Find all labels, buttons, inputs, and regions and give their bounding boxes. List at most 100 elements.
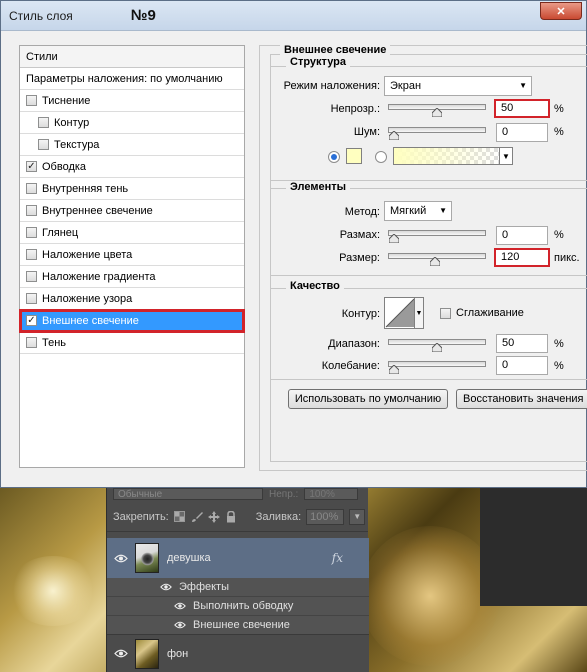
- style-checkbox[interactable]: [26, 183, 37, 194]
- reset-default-button[interactable]: Восстановить значения по умолчанию: [456, 389, 587, 409]
- range-label: Диапазон:: [328, 338, 380, 350]
- style-item[interactable]: Текстура: [20, 134, 244, 156]
- solid-color-radio[interactable]: [328, 151, 340, 163]
- chevron-down-icon[interactable]: ▼: [414, 297, 424, 329]
- style-item[interactable]: Глянец: [20, 222, 244, 244]
- noise-slider[interactable]: [388, 127, 486, 140]
- effect-row-stroke[interactable]: Выполнить обводку: [107, 597, 369, 616]
- noise-label: Шум:: [353, 126, 380, 138]
- opacity-slider[interactable]: [388, 104, 486, 117]
- lock-brush-icon[interactable]: [191, 511, 203, 523]
- style-item[interactable]: ✓ Внешнее свечение: [19, 309, 245, 333]
- lock-transparency-icon[interactable]: [174, 511, 186, 523]
- glow-color-swatch[interactable]: [346, 148, 362, 164]
- style-item-label: Текстура: [54, 138, 100, 151]
- style-checkbox[interactable]: [38, 117, 49, 128]
- eye-icon[interactable]: [173, 602, 187, 610]
- slider-knob[interactable]: [389, 234, 399, 243]
- antialias-checkbox[interactable]: [440, 308, 451, 319]
- blend-mode-select[interactable]: Экран ▼: [384, 76, 532, 96]
- technique-select[interactable]: Мягкий ▼: [384, 201, 452, 221]
- slider-knob[interactable]: [432, 108, 442, 117]
- slider-knob[interactable]: [432, 343, 442, 352]
- close-icon[interactable]: ✕: [540, 2, 582, 20]
- fill-label: Заливка:: [255, 510, 302, 523]
- contour-curve-icon: [385, 298, 415, 328]
- noise-field[interactable]: 0: [496, 123, 548, 142]
- contour-picker[interactable]: ▼: [384, 297, 424, 329]
- lock-all-icon[interactable]: [225, 510, 237, 523]
- layer-name[interactable]: девушка: [167, 552, 211, 564]
- style-item[interactable]: Тень: [20, 332, 244, 354]
- style-item-label: Наложение цвета: [42, 248, 133, 261]
- layers-blend-row: Обычные Непр.: 100%: [107, 486, 368, 502]
- styles-list: Стили Параметры наложения: по умолчанию …: [19, 45, 245, 468]
- size-slider[interactable]: [388, 253, 486, 266]
- chevron-down-icon: ▼: [439, 206, 447, 215]
- layer-thumbnail: [135, 543, 159, 573]
- style-checkbox[interactable]: ✓: [26, 315, 37, 326]
- size-label: Размер:: [339, 252, 380, 264]
- style-item[interactable]: Тиснение: [20, 90, 244, 112]
- lock-move-icon[interactable]: [207, 510, 220, 523]
- layer-row-girl[interactable]: девушка fx: [107, 538, 369, 578]
- effects-label: Эффекты: [179, 581, 230, 593]
- styles-header[interactable]: Стили: [20, 46, 244, 68]
- layer-row-background[interactable]: фон: [107, 634, 369, 672]
- jitter-field[interactable]: 0: [496, 356, 548, 375]
- layer-opacity-field[interactable]: 100%: [304, 488, 359, 500]
- style-item[interactable]: Внутренняя тень: [20, 178, 244, 200]
- jitter-slider[interactable]: [388, 361, 486, 374]
- gradient-picker[interactable]: ▼: [393, 147, 513, 165]
- range-field[interactable]: 50: [496, 334, 548, 353]
- layer-blend-mode-select[interactable]: Обычные: [113, 488, 263, 500]
- layer-thumbnail: [135, 638, 159, 669]
- effects-row[interactable]: Эффекты: [107, 578, 369, 597]
- fx-icon[interactable]: fx: [332, 551, 343, 565]
- spread-field[interactable]: 0: [496, 226, 548, 245]
- eye-icon[interactable]: [107, 554, 135, 563]
- spread-label: Размах:: [339, 229, 380, 241]
- style-checkbox[interactable]: [26, 271, 37, 282]
- percent-unit: %: [554, 360, 564, 372]
- style-item[interactable]: Контур: [20, 112, 244, 134]
- effect-row-outer-glow[interactable]: Внешнее свечение: [107, 616, 369, 635]
- style-item[interactable]: Внутреннее свечение: [20, 200, 244, 222]
- style-item[interactable]: ✓ Обводка: [20, 156, 244, 178]
- opacity-field[interactable]: 50: [494, 99, 550, 118]
- style-checkbox[interactable]: ✓: [26, 161, 37, 172]
- layer-name[interactable]: фон: [167, 648, 188, 660]
- style-checkbox[interactable]: [26, 293, 37, 304]
- slider-knob[interactable]: [389, 131, 399, 140]
- technique-value: Мягкий: [390, 205, 427, 217]
- style-checkbox[interactable]: [26, 337, 37, 348]
- chevron-down-icon[interactable]: ▼: [499, 147, 513, 165]
- spread-slider[interactable]: [388, 230, 486, 243]
- layers-panel: Обычные Непр.: 100% Закрепить: Заливка: …: [106, 486, 369, 672]
- style-item[interactable]: Наложение градиента: [20, 266, 244, 288]
- range-slider[interactable]: [388, 339, 486, 352]
- eye-icon[interactable]: [107, 649, 135, 658]
- style-item-label: Контур: [54, 116, 90, 129]
- eye-icon[interactable]: [173, 621, 187, 629]
- style-item-label: Глянец: [42, 226, 79, 239]
- slider-knob[interactable]: [389, 365, 399, 374]
- make-default-button[interactable]: Использовать по умолчанию: [288, 389, 448, 409]
- style-checkbox[interactable]: [26, 249, 37, 260]
- percent-unit: %: [554, 103, 564, 115]
- eye-icon[interactable]: [159, 583, 173, 591]
- gradient-radio[interactable]: [375, 151, 387, 163]
- style-checkbox[interactable]: [26, 205, 37, 216]
- style-checkbox[interactable]: [26, 95, 37, 106]
- percent-unit: %: [554, 338, 564, 350]
- style-checkbox[interactable]: [38, 139, 49, 150]
- style-item[interactable]: Наложение цвета: [20, 244, 244, 266]
- chevron-down-icon[interactable]: ▼: [349, 508, 366, 525]
- blending-options-item[interactable]: Параметры наложения: по умолчанию: [20, 68, 244, 90]
- size-field[interactable]: 120: [494, 248, 550, 267]
- slider-knob[interactable]: [430, 257, 441, 266]
- style-item-label: Наложение узора: [42, 292, 133, 305]
- style-checkbox[interactable]: [26, 227, 37, 238]
- style-item[interactable]: Наложение узора: [20, 288, 244, 310]
- fill-field[interactable]: 100%: [306, 508, 345, 525]
